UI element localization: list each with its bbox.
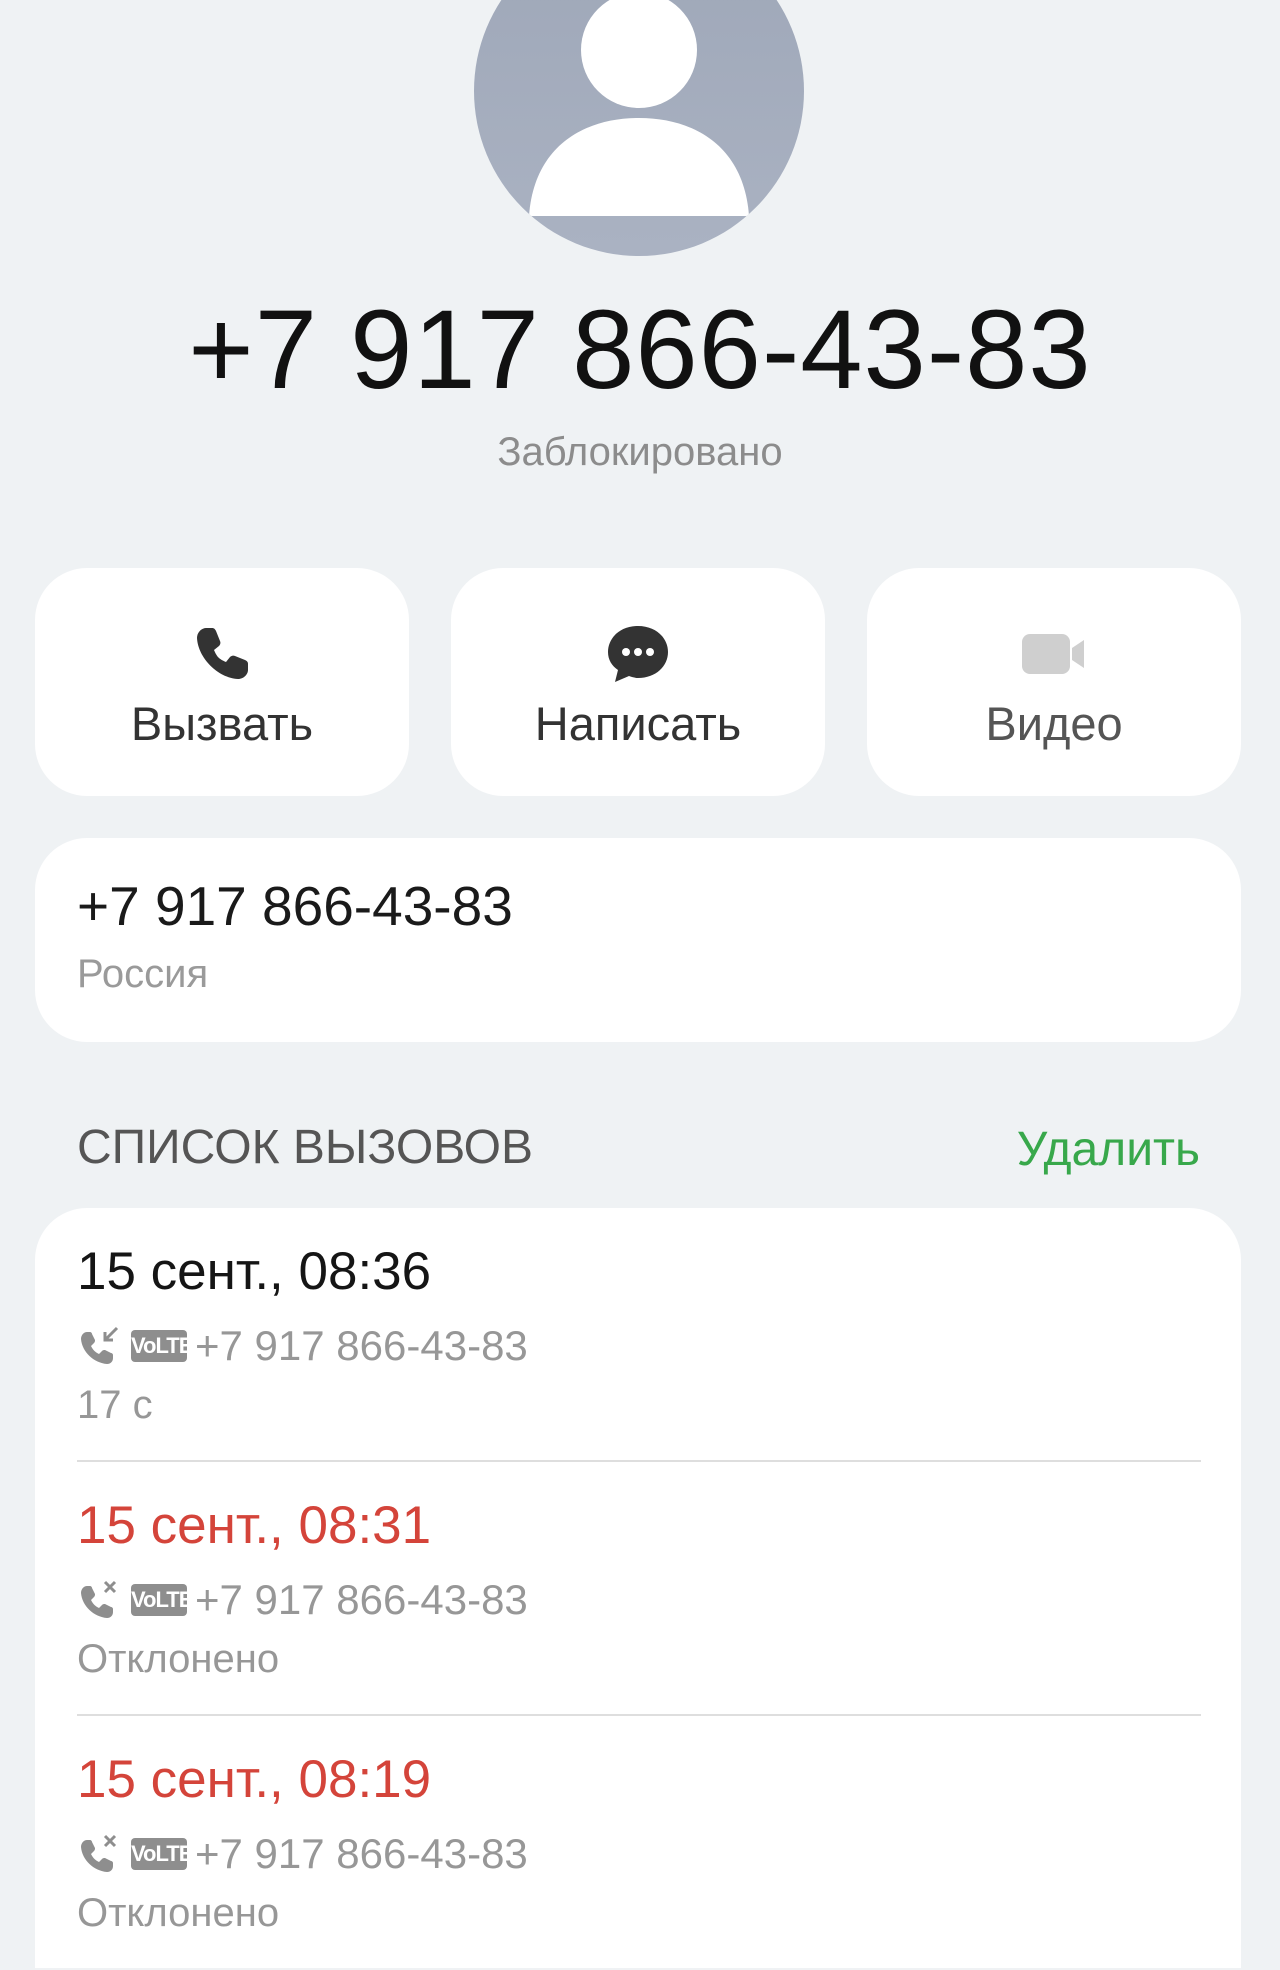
call-status: Отклонено — [77, 1891, 280, 1935]
call-number: +7 917 866-43-83 — [195, 1830, 528, 1877]
call-log-item[interactable]: 15 сент., 08:19 VoLTE +7 917 866-43-83 О… — [77, 1716, 1201, 1970]
chat-bubble-icon — [608, 626, 668, 682]
rejected-call-icon — [81, 1580, 117, 1618]
phone-icon — [197, 628, 248, 679]
call-meta: VoLTE +7 917 866-43-83 — [77, 1320, 528, 1372]
call-log-item[interactable]: 15 сент., 08:36 VoLTE +7 917 866-43-83 1… — [77, 1208, 1201, 1462]
person-silhouette-icon — [529, 0, 749, 216]
delete-call-log-button[interactable]: Удалить — [1017, 1122, 1200, 1178]
contact-number: +7 917 866-43-83 — [188, 287, 1092, 412]
message-button-label: Написать — [534, 697, 742, 750]
call-number: +7 917 866-43-83 — [195, 1576, 528, 1623]
call-duration: 17 с — [77, 1383, 153, 1427]
blocked-status: Заблокировано — [497, 430, 783, 474]
rejected-call-icon — [81, 1834, 117, 1872]
volte-badge: VoLTE — [131, 1838, 193, 1870]
incoming-call-icon — [81, 1326, 119, 1364]
call-time: 15 сент., 08:31 — [77, 1496, 432, 1555]
volte-badge: VoLTE — [131, 1584, 193, 1616]
call-status: Отклонено — [77, 1637, 280, 1681]
call-button-label: Вызвать — [130, 697, 314, 750]
video-call-button[interactable]: Видео — [867, 568, 1241, 796]
call-number: +7 917 866-43-83 — [195, 1322, 528, 1369]
phone-number-card[interactable]: +7 917 866-43-83 Россия — [35, 838, 1241, 1042]
message-button[interactable]: Написать — [451, 568, 825, 796]
call-log-title: СПИСОК ВЫЗОВОВ — [77, 1121, 533, 1174]
phone-number: +7 917 866-43-83 — [77, 875, 513, 937]
call-log-item[interactable]: 15 сент., 08:31 VoLTE +7 917 866-43-83 О… — [77, 1462, 1201, 1716]
call-button[interactable]: Вызвать — [35, 568, 409, 796]
contact-avatar — [474, 0, 804, 256]
call-time: 15 сент., 08:19 — [77, 1750, 432, 1809]
call-meta: VoLTE +7 917 866-43-83 — [77, 1574, 528, 1626]
phone-region: Россия — [77, 952, 209, 996]
call-meta: VoLTE +7 917 866-43-83 — [77, 1828, 528, 1880]
call-log-list: 15 сент., 08:36 VoLTE +7 917 866-43-83 1… — [35, 1208, 1241, 1968]
call-time: 15 сент., 08:36 — [77, 1242, 432, 1301]
video-call-button-label: Видео — [985, 697, 1123, 750]
volte-badge: VoLTE — [131, 1330, 193, 1362]
video-camera-icon — [1022, 634, 1084, 674]
